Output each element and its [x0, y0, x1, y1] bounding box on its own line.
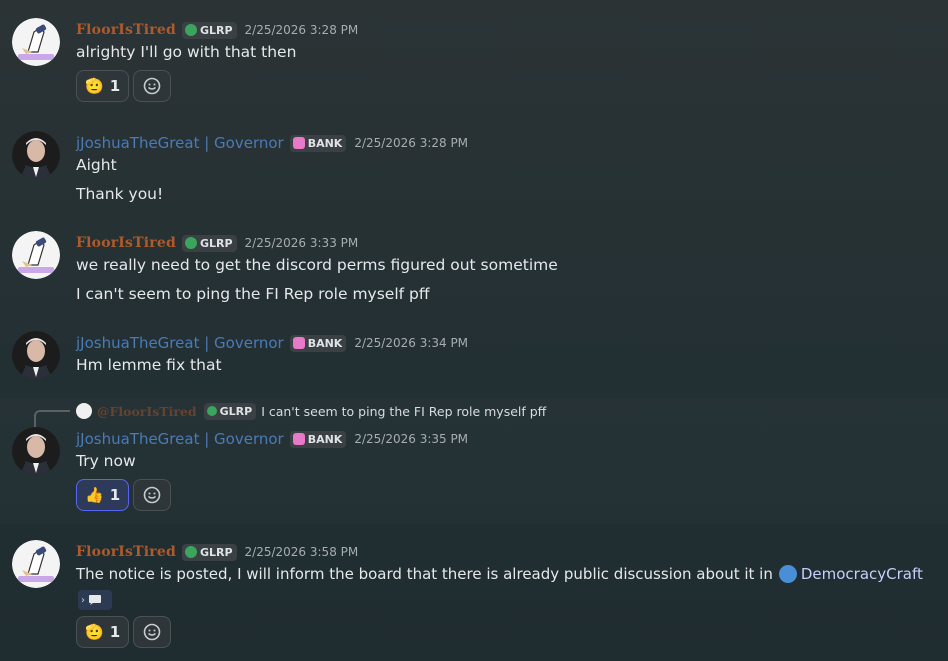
guild-tag[interactable]: GLRP: [181, 234, 237, 252]
guild-tag[interactable]: GLRP: [181, 21, 237, 39]
smile-plus-icon: [143, 486, 161, 504]
chevron-right-icon: ›: [81, 594, 85, 606]
guild-tag[interactable]: BANK: [289, 430, 347, 448]
guild-tag[interactable]: BANK: [289, 334, 347, 352]
reply-preview[interactable]: @FloorIsTired GLRP I can't seem to ping …: [76, 402, 546, 420]
message-text: The notice is posted, I will inform the …: [76, 565, 773, 583]
avatar[interactable]: [12, 427, 60, 475]
tag-label: GLRP: [219, 404, 253, 418]
skull-icon: [184, 546, 197, 558]
skull-icon: [184, 24, 197, 36]
eraser-icon: [292, 433, 305, 445]
tag-label: GLRP: [199, 23, 233, 37]
timestamp: 2/25/2026 3:34 PM: [354, 336, 469, 350]
timestamp: 2/25/2026 3:33 PM: [244, 236, 359, 250]
reply-text: I can't seem to ping the FI Rep role mys…: [261, 403, 547, 419]
reaction-count: 1: [109, 623, 121, 641]
eraser-icon: [292, 137, 305, 149]
salute-icon: 🫡: [85, 77, 104, 95]
guild-tag[interactable]: BANK: [289, 134, 347, 152]
avatar[interactable]: [12, 18, 60, 66]
timestamp: 2/25/2026 3:28 PM: [244, 23, 359, 37]
author-name[interactable]: FloorIsTired: [76, 544, 176, 560]
author-name[interactable]: FloorIsTired: [76, 22, 176, 38]
tag-label: BANK: [307, 136, 343, 150]
message-line: Aight: [76, 156, 117, 174]
reaction-count: 1: [109, 486, 121, 504]
reaction-count: 1: [109, 77, 121, 95]
reply-author[interactable]: @FloorIsTired: [97, 404, 197, 419]
smile-plus-icon: [143, 77, 161, 95]
guild-tag[interactable]: GLRP: [181, 543, 237, 561]
channel-mention[interactable]: DemocracyCraft: [778, 565, 923, 583]
author-name[interactable]: jJoshuaTheGreat | Governor: [76, 334, 284, 352]
skull-icon: [184, 237, 197, 249]
message-line: Try now: [76, 452, 136, 470]
reaction-thumbs-up[interactable]: 👍 1: [76, 479, 130, 511]
guild-tag: GLRP: [203, 402, 257, 420]
channel-name: DemocracyCraft: [800, 565, 923, 583]
author-name[interactable]: jJoshuaTheGreat | Governor: [76, 430, 284, 448]
message-line: The notice is posted, I will inform the …: [76, 565, 923, 583]
salute-icon: 🫡: [85, 623, 104, 641]
add-reaction-button[interactable]: [133, 70, 172, 102]
author-name[interactable]: jJoshuaTheGreat | Governor: [76, 134, 284, 152]
message-line: we really need to get the discord perms …: [76, 256, 558, 274]
reaction-salute[interactable]: 🫡 1: [76, 70, 130, 102]
timestamp: 2/25/2026 3:35 PM: [354, 432, 469, 446]
message-line: Hm lemme fix that: [76, 356, 222, 374]
tag-label: GLRP: [199, 236, 233, 250]
tag-label: BANK: [307, 336, 343, 350]
avatar[interactable]: [12, 231, 60, 279]
thread-link[interactable]: ›: [78, 590, 112, 610]
add-reaction-button[interactable]: [133, 616, 172, 648]
eraser-icon: [292, 337, 305, 349]
reply-avatar: [76, 403, 92, 419]
author-name[interactable]: FloorIsTired: [76, 235, 176, 251]
avatar[interactable]: [12, 540, 60, 588]
tag-label: BANK: [307, 432, 343, 446]
speech-bubble-icon: [89, 595, 101, 605]
avatar[interactable]: [12, 331, 60, 379]
reaction-salute[interactable]: 🫡 1: [76, 616, 130, 648]
avatar[interactable]: [12, 131, 60, 179]
thumbs-up-icon: 👍: [85, 486, 104, 504]
message-line: Thank you!: [76, 185, 164, 203]
tag-label: GLRP: [199, 545, 233, 559]
smile-plus-icon: [143, 623, 161, 641]
server-icon: [778, 565, 797, 583]
timestamp: 2/25/2026 3:28 PM: [354, 136, 469, 150]
message-line: I can't seem to ping the FI Rep role mys…: [76, 285, 430, 303]
add-reaction-button[interactable]: [133, 479, 172, 511]
skull-icon: [206, 406, 217, 416]
timestamp: 2/25/2026 3:58 PM: [244, 545, 359, 559]
message-line: alrighty I'll go with that then: [76, 43, 297, 61]
